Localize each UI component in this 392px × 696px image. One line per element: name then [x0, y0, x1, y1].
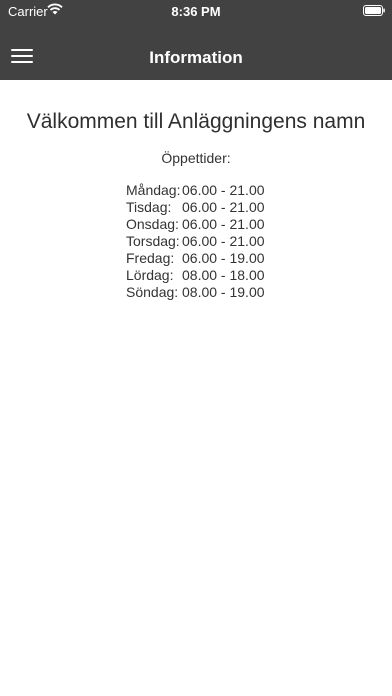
- hours-day: Söndag:: [126, 284, 179, 300]
- page-title: Information: [149, 48, 243, 67]
- hours-row: Lördag: 08.00 - 18.00: [126, 267, 266, 284]
- hours-day: Onsdag:: [126, 216, 179, 232]
- opening-hours-list: Måndag: 06.00 - 21.00 Tisdag: 06.00 - 21…: [126, 182, 266, 301]
- opening-hours-label: Öppettider:: [161, 150, 231, 166]
- hours-day: Måndag:: [126, 182, 181, 198]
- hours-day: Fredag:: [126, 250, 175, 266]
- main-content: Välkommen till Anläggningens namn Öppett…: [0, 80, 392, 301]
- hours-row: Tisdag: 06.00 - 21.00: [126, 199, 266, 216]
- hours-day: Torsdag:: [126, 233, 180, 249]
- hours-time: 06.00 - 19.00: [182, 250, 265, 266]
- hours-row: Onsdag: 06.00 - 21.00: [126, 216, 266, 233]
- status-time: 8:36 PM: [171, 4, 221, 19]
- hours-time: 06.00 - 21.00: [182, 233, 265, 249]
- hours-row: Torsdag: 06.00 - 21.00: [126, 233, 266, 250]
- hours-row: Måndag: 06.00 - 21.00: [126, 182, 266, 199]
- hours-day: Tisdag:: [126, 199, 172, 215]
- hours-row: Fredag: 06.00 - 19.00: [126, 250, 266, 267]
- nav-bar: Information: [0, 30, 392, 80]
- top-bar: Carrier 8:36 PM Information: [0, 0, 392, 80]
- hours-time: 06.00 - 21.00: [182, 182, 265, 198]
- hours-time: 08.00 - 18.00: [182, 267, 265, 283]
- hours-time: 06.00 - 21.00: [182, 216, 265, 232]
- welcome-heading: Välkommen till Anläggningens namn: [26, 110, 366, 133]
- hours-day: Lördag:: [126, 267, 174, 283]
- status-bar: Carrier 8:36 PM: [0, 0, 392, 22]
- hours-row: Söndag: 08.00 - 19.00: [126, 284, 266, 301]
- battery-icon: [363, 5, 385, 16]
- hours-time: 06.00 - 21.00: [182, 199, 265, 215]
- hours-time: 08.00 - 19.00: [182, 284, 265, 300]
